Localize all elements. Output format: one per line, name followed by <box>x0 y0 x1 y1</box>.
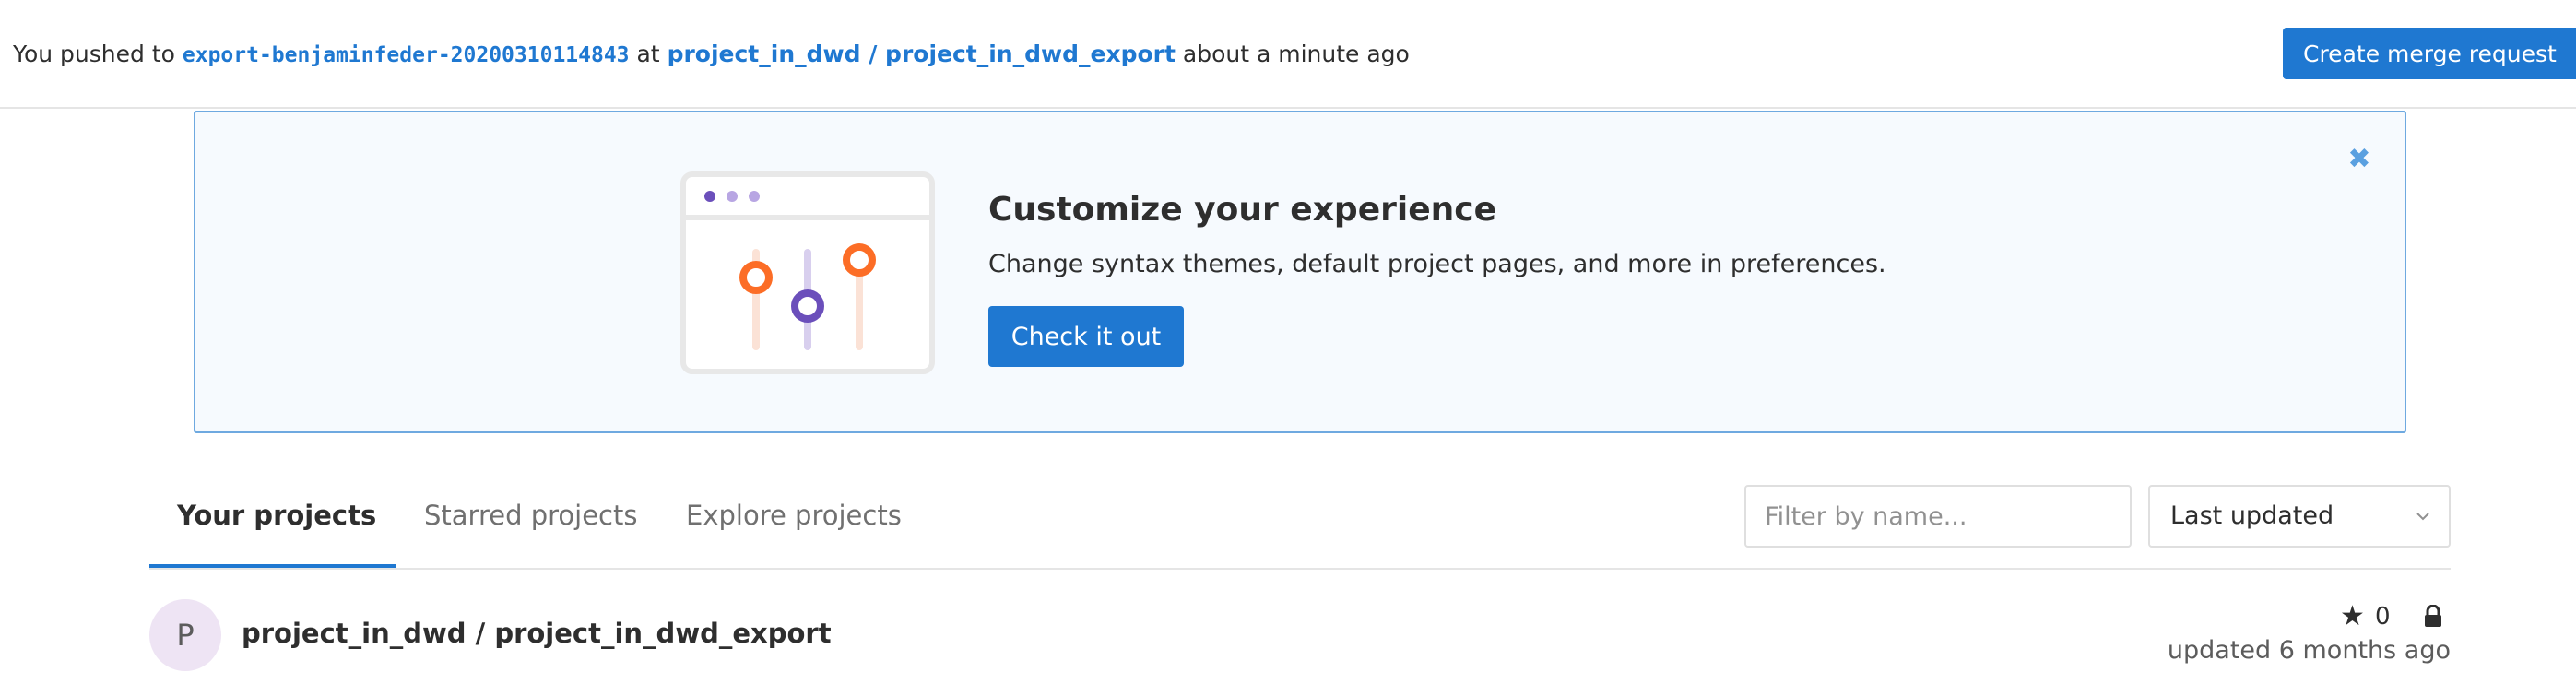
sort-dropdown[interactable]: Last updated <box>2148 485 2451 548</box>
tab-explore-projects[interactable]: Explore projects <box>686 500 902 531</box>
lock-icon <box>2425 605 2441 627</box>
updated-timestamp: updated 6 months ago <box>2167 636 2451 665</box>
push-prefix: You pushed to <box>13 41 175 67</box>
project-link[interactable]: project_in_dwd / project_in_dwd_export <box>668 41 1176 67</box>
push-message: You pushed to export-benjaminfeder-20200… <box>13 39 1410 71</box>
push-at: at <box>636 41 660 67</box>
filter-by-name-input[interactable] <box>1744 485 2132 548</box>
tab-your-projects[interactable]: Your projects <box>177 500 376 531</box>
create-merge-request-button[interactable]: Create merge request <box>2283 28 2576 79</box>
tab-starred-projects[interactable]: Starred projects <box>424 500 637 531</box>
push-time: about a minute ago <box>1182 41 1410 67</box>
avatar[interactable]: P <box>149 599 221 671</box>
star-icon[interactable]: ★ <box>2340 601 2365 632</box>
star-count: 0 <box>2375 603 2391 631</box>
check-it-out-button[interactable]: Check it out <box>988 306 1184 367</box>
branch-link[interactable]: export-benjaminfeder-20200310114843 <box>183 43 630 67</box>
callout-description: Change syntax themes, default project pa… <box>988 250 1886 278</box>
active-tab-indicator <box>149 564 396 568</box>
callout-title: Customize your experience <box>988 191 1497 229</box>
chevron-down-icon <box>2416 513 2429 521</box>
push-notification-bar: You pushed to export-benjaminfeder-20200… <box>0 0 2576 109</box>
close-icon[interactable]: ✖ <box>2346 146 2373 173</box>
project-name-link[interactable]: project_in_dwd / project_in_dwd_export <box>242 618 832 649</box>
sort-selected-value: Last updated <box>2170 501 2334 530</box>
preferences-illustration-icon <box>680 171 935 374</box>
